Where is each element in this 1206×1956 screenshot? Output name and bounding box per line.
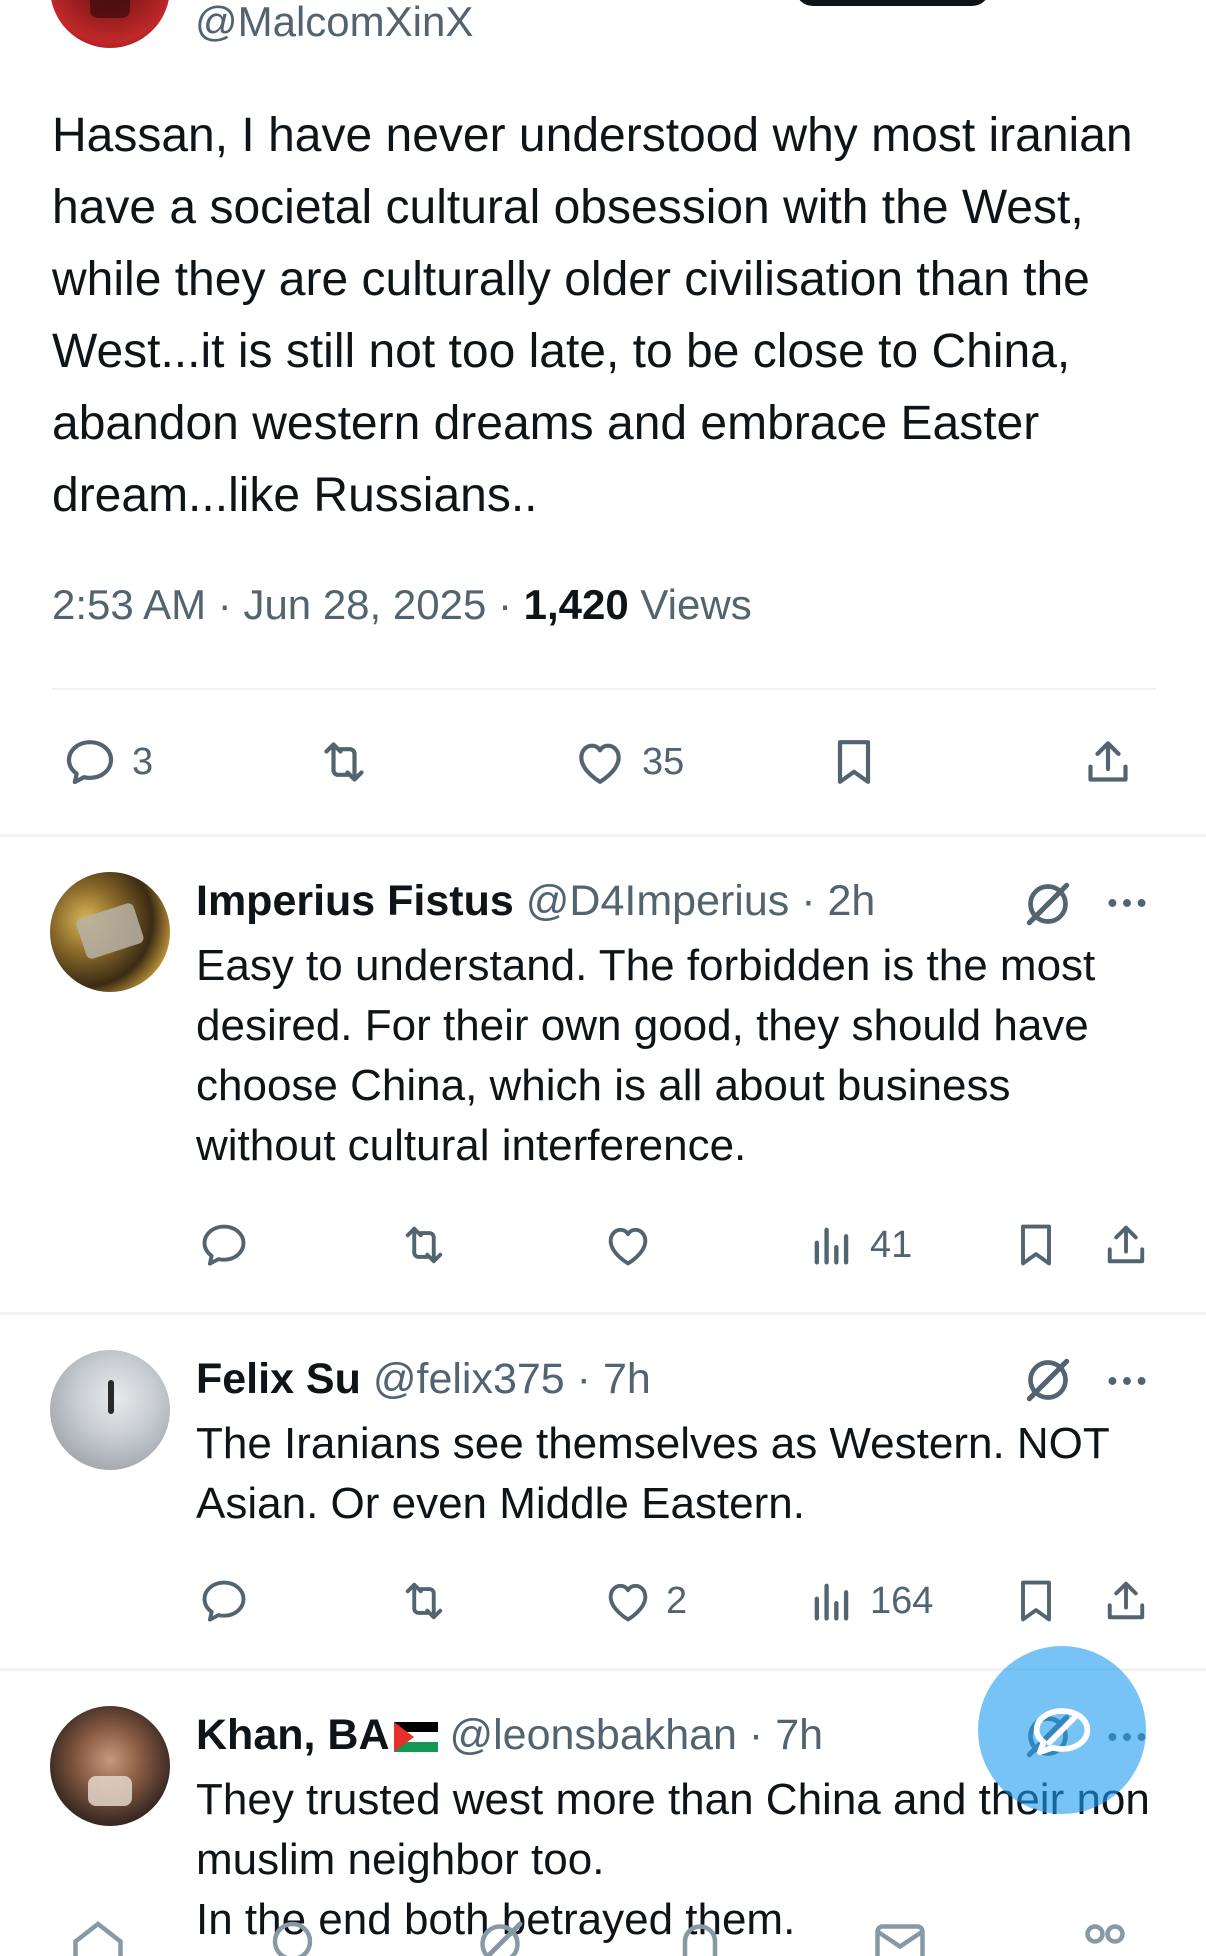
share-button[interactable] bbox=[1100, 1566, 1152, 1636]
like-count: 35 bbox=[642, 740, 685, 783]
divider bbox=[0, 834, 1206, 837]
compose-icon bbox=[1033, 1708, 1091, 1756]
nav-notifications[interactable] bbox=[670, 1914, 730, 1956]
reply-action-bar: 41 bbox=[0, 1210, 1206, 1280]
share-icon bbox=[1107, 1225, 1145, 1264]
nav-search[interactable] bbox=[265, 1914, 325, 1956]
home-icon bbox=[73, 1921, 123, 1956]
more-icon[interactable] bbox=[1102, 1356, 1152, 1406]
nav-home[interactable] bbox=[68, 1914, 128, 1956]
divider bbox=[0, 1312, 1206, 1315]
reply-button[interactable] bbox=[198, 1566, 250, 1636]
share-button[interactable] bbox=[1080, 722, 1136, 802]
search-icon bbox=[272, 1921, 313, 1956]
retweet-button[interactable] bbox=[398, 1210, 450, 1280]
reply-icon bbox=[202, 1224, 246, 1266]
reply-button[interactable] bbox=[198, 1210, 250, 1280]
retweet-icon bbox=[405, 1226, 443, 1264]
views-label: Views bbox=[640, 581, 752, 628]
bookmark-button[interactable] bbox=[826, 722, 882, 802]
bookmark-icon bbox=[1021, 1224, 1051, 1266]
reply-author-name[interactable]: Imperius Fistus bbox=[196, 877, 514, 925]
bell-icon bbox=[682, 1924, 718, 1956]
nav-messages[interactable] bbox=[870, 1914, 930, 1956]
follow-button[interactable] bbox=[795, 0, 990, 6]
reply-text: Easy to understand. The forbidden is the… bbox=[196, 941, 1096, 1170]
reply-age[interactable]: 2h bbox=[827, 877, 875, 925]
grok-icon[interactable] bbox=[1020, 876, 1076, 932]
grok-icon[interactable] bbox=[1020, 1352, 1076, 1408]
avatar[interactable] bbox=[50, 872, 170, 992]
reply-author-handle[interactable]: @felix375 bbox=[373, 1355, 565, 1403]
like-count: 2 bbox=[666, 1579, 688, 1622]
share-icon bbox=[1088, 741, 1128, 782]
like-icon bbox=[608, 1583, 648, 1622]
nav-communities[interactable] bbox=[1075, 1914, 1135, 1956]
reply-header: Felix Su @felix375 · 7h bbox=[196, 1355, 651, 1403]
palestine-flag-icon bbox=[393, 1722, 438, 1752]
retweet-icon bbox=[405, 1582, 443, 1620]
author-handle[interactable]: @MalcomXinX bbox=[195, 0, 473, 44]
like-icon bbox=[608, 1227, 648, 1266]
post-action-bar: 3 35 bbox=[0, 722, 1206, 802]
post-meta: 2:53 AM · Jun 28, 2025 · 1,420 Views bbox=[52, 581, 752, 628]
divider bbox=[52, 688, 1156, 690]
reply-text: The Iranians see themselves as Western. … bbox=[196, 1419, 1109, 1528]
reply-author-handle[interactable]: @D4Imperius bbox=[526, 877, 790, 925]
bookmark-button[interactable] bbox=[1010, 1210, 1062, 1280]
like-button[interactable] bbox=[602, 1210, 654, 1280]
avatar[interactable] bbox=[50, 1706, 170, 1826]
author-avatar[interactable] bbox=[50, 0, 170, 48]
bookmark-button[interactable] bbox=[1010, 1566, 1062, 1636]
retweet-icon bbox=[324, 742, 364, 782]
compose-button[interactable] bbox=[978, 1646, 1146, 1814]
share-icon bbox=[1107, 1581, 1145, 1620]
retweet-button[interactable] bbox=[398, 1566, 450, 1636]
views-button[interactable]: 164 bbox=[806, 1566, 933, 1636]
reply-icon bbox=[66, 740, 114, 785]
bookmark-icon bbox=[837, 740, 871, 784]
reply-header: Imperius Fistus @D4Imperius · 2h bbox=[196, 877, 876, 925]
avatar[interactable] bbox=[50, 1350, 170, 1470]
communities-icon bbox=[1085, 1924, 1125, 1944]
reply-count: 3 bbox=[132, 740, 154, 783]
like-button[interactable]: 35 bbox=[572, 722, 684, 802]
bottom-nav bbox=[0, 1900, 1206, 1956]
views-count: 164 bbox=[870, 1579, 934, 1622]
share-button[interactable] bbox=[1100, 1210, 1152, 1280]
reply-button[interactable]: 3 bbox=[62, 722, 153, 802]
more-icon[interactable] bbox=[1102, 878, 1152, 928]
reply-action-bar: 2 164 bbox=[0, 1566, 1206, 1636]
views-count: 41 bbox=[870, 1223, 913, 1266]
reply-author-handle[interactable]: @leonsbakhan bbox=[449, 1711, 737, 1759]
like-icon bbox=[579, 743, 621, 784]
grok-icon bbox=[480, 1921, 523, 1956]
reply-header: Khan, BA @leonsbakhan · 7h bbox=[196, 1711, 824, 1759]
reply-age[interactable]: 7h bbox=[775, 1711, 823, 1759]
views-count: 1,420 bbox=[523, 581, 629, 628]
retweet-button[interactable] bbox=[316, 722, 372, 802]
post-text: Hassan, I have never understood why most… bbox=[52, 109, 1133, 522]
views-icon bbox=[814, 1583, 849, 1621]
reply-icon bbox=[202, 1580, 246, 1622]
nav-grok[interactable] bbox=[470, 1914, 530, 1956]
reply-author-name[interactable]: Felix Su bbox=[196, 1355, 361, 1403]
mail-icon bbox=[875, 1924, 925, 1956]
bookmark-icon bbox=[1021, 1580, 1051, 1622]
views-button[interactable]: 41 bbox=[806, 1210, 912, 1280]
reply-author-name[interactable]: Khan, BA bbox=[196, 1711, 390, 1759]
reply-age[interactable]: 7h bbox=[603, 1355, 651, 1403]
like-button[interactable]: 2 bbox=[602, 1566, 687, 1636]
post-time[interactable]: 2:53 AM bbox=[52, 581, 206, 628]
views-icon bbox=[814, 1227, 849, 1265]
post-date[interactable]: Jun 28, 2025 bbox=[243, 581, 486, 628]
